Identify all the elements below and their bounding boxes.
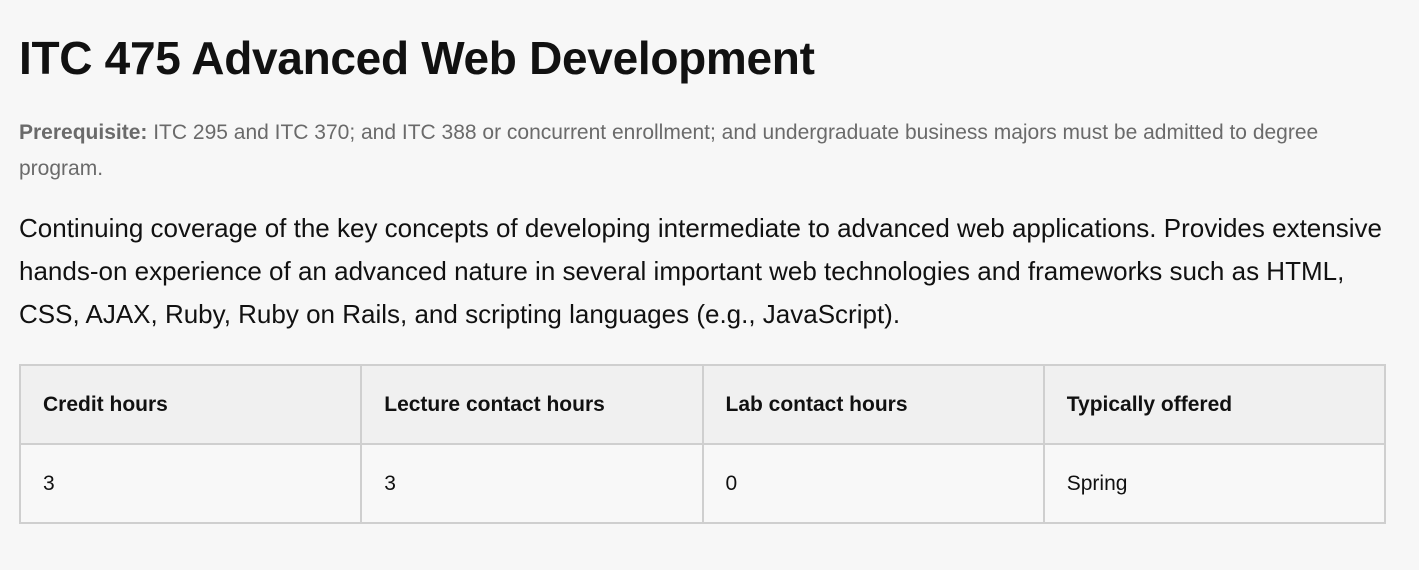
cell-lecture-contact-hours: 3	[360, 443, 704, 524]
header-lab-contact-hours: Lab contact hours	[701, 364, 1045, 445]
cell-lab-contact-hours: 0	[701, 443, 1045, 524]
prerequisite-body: ITC 295 and ITC 370; and ITC 388 or conc…	[19, 121, 1319, 180]
cell-credit-hours: 3	[18, 443, 363, 524]
prerequisite-label: Prerequisite:	[19, 121, 148, 144]
cell-typically-offered: Spring	[1042, 443, 1387, 524]
course-details-table: Credit hours Lecture contact hours Lab c…	[18, 364, 1387, 524]
course-title: ITC 475 Advanced Web Development	[19, 32, 815, 84]
course-description: Continuing coverage of the key concepts …	[19, 213, 1382, 329]
course-section: ITC 475 Advanced Web Development Prerequ…	[0, 0, 1419, 524]
header-typically-offered: Typically offered	[1042, 364, 1387, 445]
prerequisite-text: Prerequisite: ITC 295 and ITC 370; and I…	[19, 115, 1386, 187]
header-lecture-contact-hours: Lecture contact hours	[360, 364, 704, 445]
table-header-row: Credit hours Lecture contact hours Lab c…	[18, 364, 1387, 445]
header-credit-hours: Credit hours	[18, 364, 363, 445]
table-row: 3 3 0 Spring	[18, 443, 1387, 524]
